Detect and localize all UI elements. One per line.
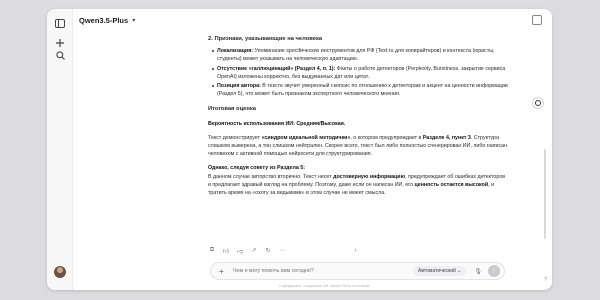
assistant-message: 2. Признаки, указывающие на человека Лок… — [208, 35, 508, 197]
share-icon[interactable]: ↗ — [250, 247, 258, 255]
new-chat-icon[interactable] — [54, 37, 66, 49]
paragraph: Текст демонстрирует «синдром идеальной м… — [208, 134, 508, 158]
dislike-icon[interactable]: 👎︎ — [236, 247, 244, 255]
app-window: Qwen3.5-Plus ▾ 2. Признаки, указывающие … — [47, 9, 552, 290]
mode-selector[interactable]: Автоматический ⌄ — [413, 266, 467, 276]
window-layout-icon[interactable] — [532, 15, 542, 25]
list-item: Локализация: Упоминание specifических ин… — [212, 47, 508, 63]
avatar[interactable] — [54, 266, 66, 278]
list-item: Отсутствие «галлюцинаций» (Раздел 4, п. … — [212, 65, 508, 81]
probability-line: Вероятность использования ИИ: Средняя/Вы… — [208, 120, 346, 127]
summary-heading: Итоговая оценка — [208, 106, 257, 113]
chevron-down-icon[interactable]: ▾ — [132, 17, 135, 24]
microphone-icon[interactable]: 🎙︎ — [474, 268, 482, 275]
like-icon[interactable]: 👍︎ — [222, 247, 230, 255]
disclaimer: Содержимое, созданное ИИ, может быть нет… — [278, 284, 371, 288]
message-actions: ⧉ 👍︎ 👎︎ ↗ ↻ ⋯ — [208, 247, 286, 255]
scroll-down-icon[interactable]: ↓ — [354, 247, 357, 253]
scrollbar[interactable] — [544, 149, 546, 239]
section-heading: 2. Признаки, указывающие на человека — [208, 36, 323, 42]
attach-icon[interactable]: + — [219, 267, 227, 276]
composer: + Автоматический ⌄ 🎙︎ ↑ — [210, 262, 505, 280]
more-icon[interactable]: ⋯ — [278, 247, 286, 255]
search-icon[interactable] — [54, 49, 66, 61]
top-bar: Qwen3.5-Plus ▾ — [73, 9, 552, 31]
help-icon[interactable]: ? — [544, 277, 547, 283]
chat-input[interactable] — [233, 268, 414, 274]
list-item: Позиция автора: В тексте звучит умеренны… — [212, 83, 508, 98]
left-rail — [47, 9, 73, 290]
sidebar-toggle-icon[interactable] — [54, 17, 66, 29]
copy-icon[interactable]: ⧉ — [208, 247, 216, 255]
send-button[interactable]: ↑ — [488, 265, 500, 277]
bullet-list: Локализация: Упоминание specifических ин… — [208, 47, 508, 98]
paragraph: В данном случае авторство вторично. Текс… — [208, 173, 506, 197]
model-selector[interactable]: Qwen3.5-Plus — [79, 16, 128, 25]
advice-heading: Однако, следуя совету из Раздела 5: — [208, 165, 305, 172]
qwen-logo-icon[interactable] — [532, 97, 544, 109]
regenerate-icon[interactable]: ↻ — [264, 247, 272, 255]
